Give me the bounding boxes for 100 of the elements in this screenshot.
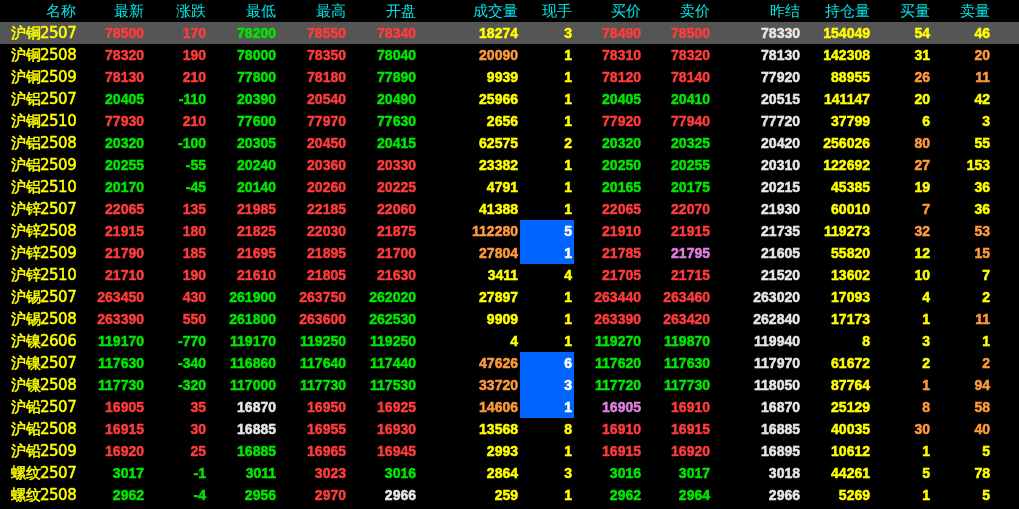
column-header[interactable]: 最高 — [278, 0, 348, 22]
table-cell: 21610 — [237, 267, 276, 283]
contract-name: 沪铜2509 — [10, 66, 78, 88]
column-header[interactable]: 持仓量 — [802, 0, 872, 22]
column-header[interactable]: 买量 — [872, 0, 932, 22]
table-cell: 42 — [974, 91, 990, 107]
table-row[interactable]: 沪铜2509 78130 210 77800 78180 77890 9939 1 78120 78140 77920 88955 26 11 — [0, 66, 1019, 88]
table-row[interactable]: 沪锌2508 21915 180 21825 22030 21875 112280 5 21910 21915 21735 119273 32 53 — [0, 220, 1019, 242]
table-cell: 13568 — [479, 421, 518, 437]
table-cell: -4 — [193, 487, 206, 503]
table-cell: 4791 — [486, 179, 518, 195]
table-cell: 1 — [982, 333, 990, 349]
table-cell: 5 — [922, 465, 930, 481]
table-row[interactable]: 沪铅2508 16915 30 16885 16955 16930 13568 8 16910 16915 16885 40035 30 40 — [0, 418, 1019, 440]
table-cell: 1 — [564, 399, 572, 415]
column-header[interactable]: 买价 — [574, 0, 643, 22]
table-cell: 16915 — [105, 421, 144, 437]
table-cell: 117440 — [370, 355, 416, 371]
table-cell: 26 — [914, 69, 930, 85]
table-cell: 2956 — [244, 487, 276, 503]
table-row[interactable]: 沪锡2508 263390 550 261800 263600 262530 9909 1 263390 263420 262840 17173 1 11 — [0, 308, 1019, 330]
table-row[interactable]: 沪铜2510 77930 210 77600 77970 77630 2656 1 77920 77940 77720 37799 6 3 — [0, 110, 1019, 132]
column-header[interactable]: 名称 — [0, 0, 78, 22]
table-cell: 58 — [974, 399, 990, 415]
table-cell: 180 — [182, 223, 206, 239]
table-cell: 210 — [182, 69, 206, 85]
table-row[interactable]: 螺纹2508 2962 -4 2956 2970 2966 259 1 2962 2964 2966 5269 1 5 — [0, 484, 1019, 506]
table-cell: 263020 — [753, 289, 800, 305]
table-cell: 430 — [182, 289, 206, 305]
table-row[interactable]: 沪铅2507 16905 35 16870 16950 16925 14606 1 16905 16910 16870 25129 8 58 — [0, 396, 1019, 418]
table-row[interactable]: 沪镍2606 119170 -770 119170 119250 119250 4 1 119270 119870 119940 8 3 1 — [0, 330, 1019, 352]
table-cell: 1 — [922, 311, 930, 327]
table-cell: 259 — [494, 487, 518, 503]
table-cell: 21895 — [307, 245, 346, 261]
table-cell: 55 — [974, 135, 990, 151]
table-cell: 20175 — [671, 179, 710, 195]
table-cell: 8 — [862, 333, 870, 349]
contract-name: 沪镍2508 — [10, 374, 78, 396]
column-header[interactable]: 最新 — [78, 0, 146, 22]
table-cell: -110 — [178, 91, 206, 107]
column-header[interactable]: 昨结 — [712, 0, 802, 22]
contract-name: 沪铅2509 — [10, 440, 78, 462]
table-cell: 263450 — [97, 289, 144, 305]
table-cell: 119273 — [824, 223, 870, 239]
table-cell: 21825 — [237, 223, 276, 239]
column-header[interactable]: 成交量 — [418, 0, 520, 22]
table-cell: 4 — [564, 267, 572, 283]
table-cell: 8 — [564, 421, 572, 437]
table-row[interactable]: 沪锌2509 21790 185 21695 21895 21700 27804 1 21785 21795 21605 55820 12 15 — [0, 242, 1019, 264]
table-cell: 20320 — [105, 135, 144, 151]
table-row[interactable]: 螺纹2507 3017 -1 3011 3023 3016 2864 3 3016 3017 3018 44261 5 78 — [0, 462, 1019, 484]
table-cell: 141147 — [824, 91, 870, 107]
table-row[interactable]: 沪铜2508 78320 190 78000 78350 78040 20090 1 78310 78320 78130 142308 31 20 — [0, 44, 1019, 66]
column-header[interactable]: 卖价 — [643, 0, 712, 22]
table-cell: 10612 — [831, 443, 870, 459]
table-cell: 1 — [564, 179, 572, 195]
column-header[interactable]: 最低 — [208, 0, 278, 22]
table-row[interactable]: 沪锌2507 22065 135 21985 22185 22060 41388 1 22065 22070 21930 60010 7 36 — [0, 198, 1019, 220]
table-cell: 2864 — [486, 465, 518, 481]
table-cell: 21715 — [671, 267, 710, 283]
table-cell: 21700 — [377, 245, 416, 261]
table-cell: 36 — [974, 201, 990, 217]
table-cell: 1 — [922, 487, 930, 503]
table-row[interactable]: 沪锡2507 263450 430 261900 263750 262020 27897 1 263440 263460 263020 17093 4 2 — [0, 286, 1019, 308]
table-cell: 37799 — [831, 113, 870, 129]
table-cell: 3011 — [245, 465, 276, 481]
table-row[interactable]: 沪铝2509 20255 -55 20240 20360 20330 23382 1 20250 20255 20310 122692 27 153 — [0, 154, 1019, 176]
table-row[interactable]: 沪镍2507 117630 -340 116860 117640 117440 47626 6 117620 117630 117970 61672 2 2 — [0, 352, 1019, 374]
table-cell: 20490 — [377, 91, 416, 107]
table-cell: 13602 — [831, 267, 870, 283]
table-cell: 3023 — [314, 465, 346, 481]
table-cell: 16910 — [602, 421, 641, 437]
table-cell: 46 — [974, 25, 990, 41]
table-row[interactable]: 沪铝2507 20405 -110 20390 20540 20490 25966 1 20405 20410 20515 141147 20 42 — [0, 88, 1019, 110]
table-cell: 18274 — [479, 25, 518, 41]
table-row[interactable]: 沪铝2508 20320 -100 20305 20450 20415 62575 2 20320 20325 20420 256026 80 55 — [0, 132, 1019, 154]
table-cell: 40 — [974, 421, 990, 437]
column-header[interactable]: 卖量 — [932, 0, 992, 22]
table-cell: 16915 — [602, 443, 641, 459]
table-cell: 78180 — [307, 69, 346, 85]
contract-name: 沪铝2509 — [10, 154, 78, 176]
table-cell: 62575 — [479, 135, 518, 151]
column-header[interactable]: 涨跌 — [146, 0, 208, 22]
table-row[interactable]: 沪镍2508 117730 -320 117000 117730 117530 33720 3 117720 117730 118050 87764 1 94 — [0, 374, 1019, 396]
column-header[interactable]: 现手 — [520, 0, 574, 22]
table-row[interactable]: 沪铜2507 78500 170 78200 78550 78340 18274 3 78490 78500 78330 154049 54 46 — [0, 22, 1019, 44]
table-cell: 1 — [564, 47, 572, 63]
column-header[interactable]: 开盘 — [348, 0, 418, 22]
table-row[interactable]: 沪铝2510 20170 -45 20140 20260 20225 4791 1 20165 20175 20215 45385 19 36 — [0, 176, 1019, 198]
table-cell: 3 — [564, 377, 572, 393]
contract-name: 沪铝2510 — [10, 176, 78, 198]
table-cell: 20260 — [307, 179, 346, 195]
table-cell: 78500 — [105, 25, 144, 41]
table-row[interactable]: 沪锌2510 21710 190 21610 21805 21630 3411 4 21705 21715 21520 13602 10 7 — [0, 264, 1019, 286]
table-cell: 16885 — [237, 443, 276, 459]
table-cell: 5 — [982, 487, 990, 503]
table-row[interactable]: 沪铅2509 16920 25 16885 16965 16945 2993 1 16915 16920 16895 10612 1 5 — [0, 440, 1019, 462]
table-cell: 31 — [914, 47, 930, 63]
table-cell: 3 — [922, 333, 930, 349]
table-cell: 16965 — [307, 443, 346, 459]
